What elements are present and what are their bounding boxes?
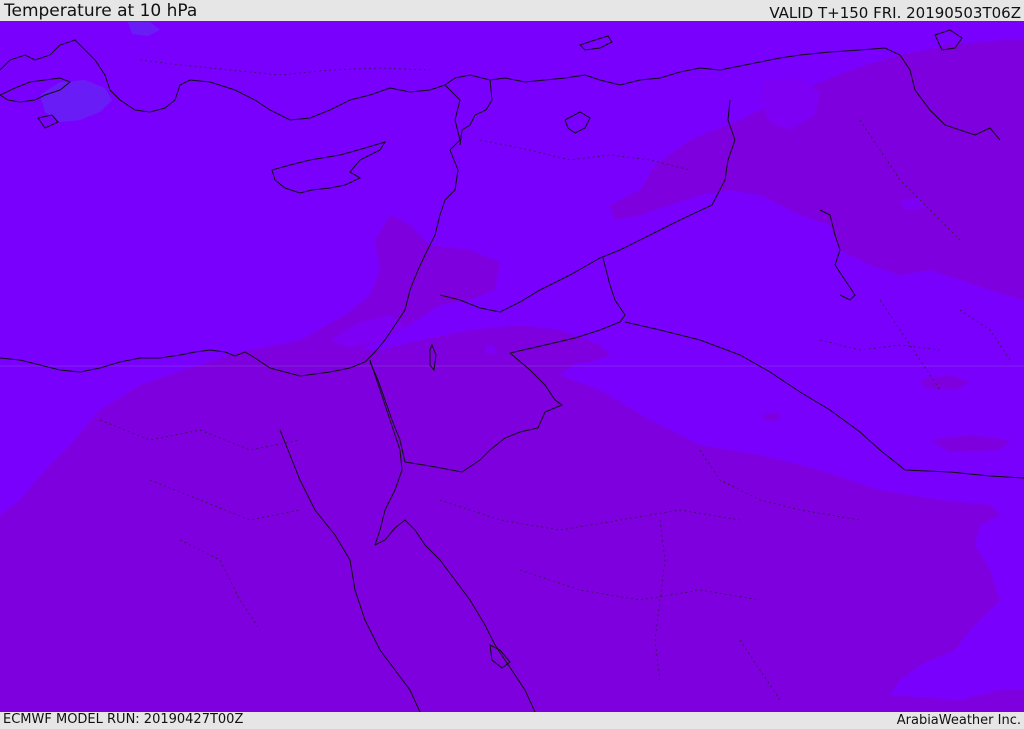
- header-bar: Temperature at 10 hPa VALID T+150 FRI. 2…: [0, 0, 1024, 21]
- model-run-label: ECMWF MODEL RUN: 20190427T00Z: [3, 712, 244, 727]
- brand-label: ArabiaWeather Inc.: [896, 713, 1021, 728]
- temperature-map[interactable]: [0, 21, 1024, 712]
- valid-time: VALID T+150 FRI. 20190503T06Z: [769, 4, 1021, 22]
- map-canvas: [0, 21, 1024, 712]
- footer-bar: ECMWF MODEL RUN: 20190427T00Z ArabiaWeat…: [0, 712, 1024, 729]
- map-title: Temperature at 10 hPa: [4, 1, 198, 21]
- temperature-patch: [485, 346, 495, 354]
